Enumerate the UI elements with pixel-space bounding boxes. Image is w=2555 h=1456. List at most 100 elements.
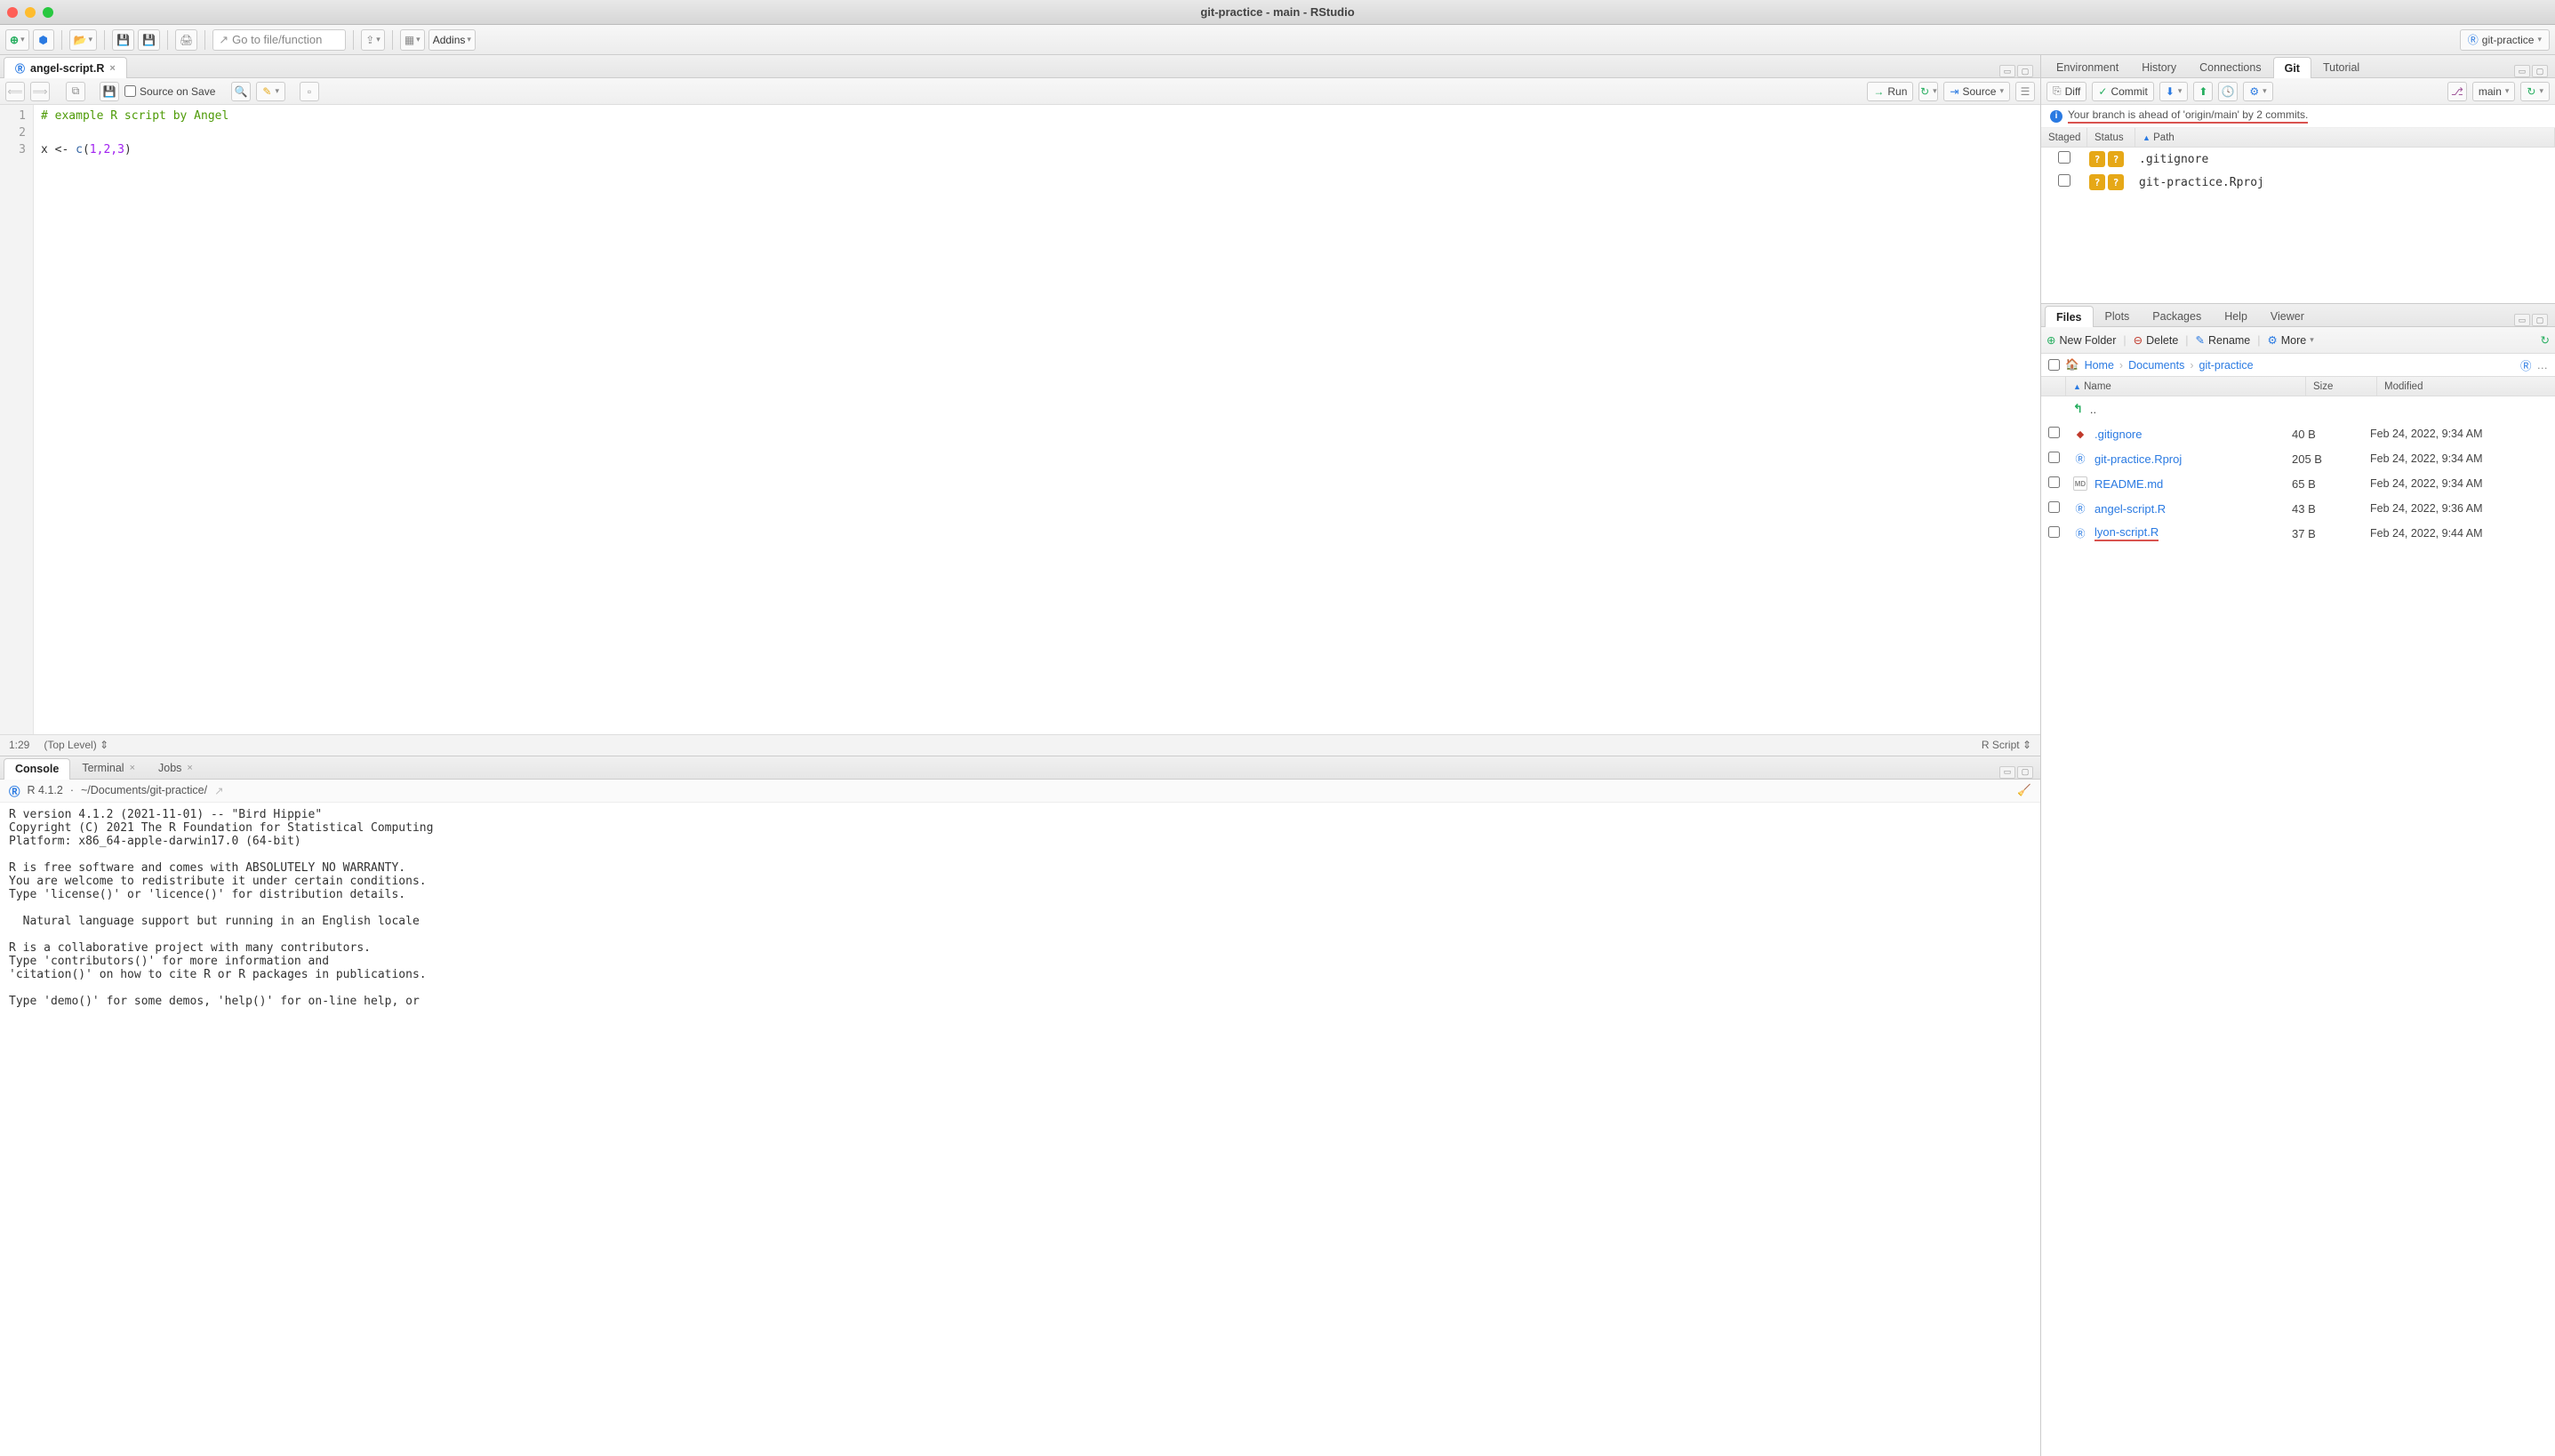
- tab-packages[interactable]: Packages: [2141, 305, 2213, 326]
- save-all-button[interactable]: 💾: [138, 29, 160, 51]
- crumb-documents[interactable]: Documents: [2128, 359, 2184, 372]
- git-branch-selector[interactable]: main ▾: [2472, 82, 2516, 101]
- refresh-files-button[interactable]: ↻: [2541, 333, 2550, 347]
- git-branch-new-button[interactable]: ⎇: [2447, 82, 2467, 101]
- more-paths-button[interactable]: …: [2537, 359, 2549, 372]
- col-path[interactable]: ▲ Path: [2135, 128, 2555, 147]
- col-modified[interactable]: Modified: [2377, 377, 2555, 396]
- more-button[interactable]: ⚙More ▾: [2268, 333, 2314, 347]
- file-name[interactable]: README.md: [2094, 477, 2163, 491]
- file-row[interactable]: Ⓡ angel-script.R 43 B Feb 24, 2022, 9:36…: [2041, 496, 2555, 521]
- grid-button[interactable]: ▦▾: [400, 29, 425, 51]
- minimize-pane-button[interactable]: ▭: [1999, 65, 2015, 77]
- crumb-project[interactable]: git-practice: [2199, 359, 2254, 372]
- file-name[interactable]: .gitignore: [2094, 428, 2142, 441]
- rproject-icon[interactable]: Ⓡ: [2520, 356, 2532, 373]
- clear-console-icon[interactable]: 🧹: [2017, 784, 2031, 797]
- col-size[interactable]: Size: [2306, 377, 2377, 396]
- goto-wd-icon[interactable]: ↗: [214, 784, 223, 797]
- git-refresh-button[interactable]: ↻▾: [2520, 82, 2550, 101]
- outline-button[interactable]: ☰: [2015, 82, 2035, 101]
- git-row[interactable]: ?? .gitignore: [2041, 148, 2555, 171]
- file-row[interactable]: ◆ .gitignore 40 B Feb 24, 2022, 9:34 AM: [2041, 421, 2555, 446]
- new-folder-button[interactable]: ⊕New Folder: [2046, 333, 2116, 347]
- new-file-button[interactable]: ⊕▾: [5, 29, 29, 51]
- git-history-button[interactable]: 🕓: [2218, 82, 2238, 101]
- tab-connections[interactable]: Connections: [2188, 56, 2273, 77]
- git-pull-button[interactable]: ⬇▾: [2159, 82, 2189, 101]
- print-button[interactable]: 🖨: [175, 29, 197, 51]
- forward-button[interactable]: ⟹: [30, 82, 50, 101]
- git-row[interactable]: ?? git-practice.Rproj: [2041, 171, 2555, 194]
- minimize-env-button[interactable]: ▭: [2514, 65, 2530, 77]
- tab-help[interactable]: Help: [2213, 305, 2259, 326]
- col-status[interactable]: Status: [2087, 128, 2135, 147]
- crumb-home[interactable]: Home: [2085, 359, 2114, 372]
- tab-plots[interactable]: Plots: [2094, 305, 2142, 326]
- tab-files[interactable]: Files: [2045, 306, 2094, 327]
- new-project-button[interactable]: ⬢: [33, 29, 54, 51]
- maximize-pane-button[interactable]: ▢: [2017, 65, 2033, 77]
- stage-checkbox[interactable]: [2058, 151, 2070, 164]
- save-editor-button[interactable]: 💾: [100, 82, 119, 101]
- code-editor[interactable]: 123 # example R script by Angel x <- c(1…: [0, 105, 2040, 734]
- git-commit-button[interactable]: ✓Commit: [2092, 82, 2153, 101]
- addins-button[interactable]: Addins ▾: [429, 29, 476, 51]
- show-in-new-window-button[interactable]: ⧉: [66, 82, 85, 101]
- console-output[interactable]: R version 4.1.2 (2021-11-01) -- "Bird Hi…: [0, 803, 2040, 1456]
- source-button[interactable]: ⇥Source▾: [1943, 82, 2010, 101]
- file-name[interactable]: lyon-script.R: [2094, 525, 2159, 541]
- project-selector[interactable]: Ⓡgit-practice▾: [2460, 29, 2550, 51]
- maximize-env-button[interactable]: ▢: [2532, 65, 2548, 77]
- compile-report-button[interactable]: ▫: [300, 82, 319, 101]
- file-checkbox[interactable]: [2048, 427, 2060, 438]
- tab-git[interactable]: Git: [2273, 57, 2311, 78]
- file-checkbox[interactable]: [2048, 526, 2060, 538]
- back-button[interactable]: ⟸: [5, 82, 25, 101]
- maximize-files-button[interactable]: ▢: [2532, 314, 2548, 326]
- git-push-button[interactable]: ⬆: [2193, 82, 2213, 101]
- source-on-save-checkbox[interactable]: [124, 85, 136, 97]
- tab-terminal[interactable]: Terminal ×: [70, 757, 147, 779]
- rerun-button[interactable]: ↻▾: [1918, 82, 1938, 101]
- run-button[interactable]: →Run: [1867, 82, 1913, 101]
- tab-history[interactable]: History: [2130, 56, 2188, 77]
- source-on-save-toggle[interactable]: Source on Save: [124, 85, 215, 98]
- select-all-checkbox[interactable]: [2048, 359, 2060, 371]
- file-checkbox[interactable]: [2048, 501, 2060, 513]
- editor-tab-angel-script[interactable]: Ⓡ angel-script.R ×: [4, 57, 127, 78]
- find-button[interactable]: 🔍: [231, 82, 251, 101]
- open-file-button[interactable]: 📂▾: [69, 29, 97, 51]
- file-name[interactable]: git-practice.Rproj: [2094, 452, 2182, 466]
- goto-file-function-input[interactable]: ↗Go to file/function: [212, 29, 346, 51]
- file-row[interactable]: Ⓡ lyon-script.R 37 B Feb 24, 2022, 9:44 …: [2041, 521, 2555, 546]
- tab-jobs[interactable]: Jobs ×: [147, 757, 204, 779]
- git-more-button[interactable]: ⚙▾: [2243, 82, 2272, 101]
- code-tools-button[interactable]: ✎▾: [256, 82, 285, 101]
- file-row-updir[interactable]: ↰ ..: [2041, 396, 2555, 421]
- close-jobs-icon[interactable]: ×: [187, 763, 192, 773]
- build-button[interactable]: ⇪▾: [361, 29, 385, 51]
- file-row[interactable]: Ⓡ git-practice.Rproj 205 B Feb 24, 2022,…: [2041, 446, 2555, 471]
- maximize-console-button[interactable]: ▢: [2017, 766, 2033, 779]
- save-button[interactable]: 💾: [112, 29, 134, 51]
- file-checkbox[interactable]: [2048, 476, 2060, 488]
- col-name[interactable]: ▲ Name: [2066, 377, 2306, 396]
- delete-button[interactable]: ⊖Delete: [2134, 333, 2179, 347]
- file-name[interactable]: angel-script.R: [2094, 502, 2166, 516]
- close-tab-icon[interactable]: ×: [109, 63, 115, 74]
- language-selector[interactable]: R Script ⇕: [1982, 739, 2031, 751]
- file-checkbox[interactable]: [2048, 452, 2060, 463]
- col-staged[interactable]: Staged: [2041, 128, 2087, 147]
- tab-viewer[interactable]: Viewer: [2259, 305, 2316, 326]
- tab-environment[interactable]: Environment: [2045, 56, 2130, 77]
- git-diff-button[interactable]: ⎘Diff: [2046, 82, 2086, 101]
- close-terminal-icon[interactable]: ×: [130, 763, 135, 773]
- tab-console[interactable]: Console: [4, 758, 70, 780]
- stage-checkbox[interactable]: [2058, 174, 2070, 187]
- file-row[interactable]: MD README.md 65 B Feb 24, 2022, 9:34 AM: [2041, 471, 2555, 496]
- scope-selector[interactable]: (Top Level) ⇕: [44, 739, 108, 751]
- rename-button[interactable]: ✎Rename: [2196, 333, 2251, 347]
- minimize-files-button[interactable]: ▭: [2514, 314, 2530, 326]
- home-icon[interactable]: 🏠: [2065, 358, 2079, 372]
